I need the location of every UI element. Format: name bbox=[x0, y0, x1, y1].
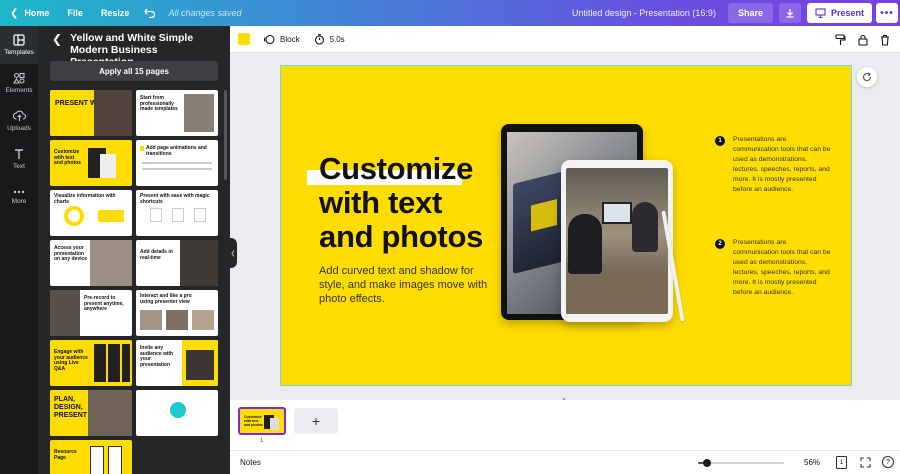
pages-strip: Customize with text and photos 1 + bbox=[230, 400, 900, 450]
present-button[interactable]: Present bbox=[806, 3, 872, 23]
rail-item-more[interactable]: More bbox=[0, 178, 38, 216]
toolbar-right bbox=[823, 26, 890, 53]
elements-icon bbox=[13, 72, 25, 84]
duration-label: 5.0s bbox=[329, 34, 345, 44]
template-thumb[interactable] bbox=[136, 390, 218, 436]
rail-item-elements[interactable]: Elements bbox=[0, 64, 38, 102]
template-thumb[interactable]: Resource Page bbox=[50, 440, 132, 474]
slide-headline[interactable]: Customize with text and photos bbox=[307, 151, 484, 254]
template-thumb[interactable]: Pre-record to present anytime, anywhere bbox=[50, 290, 132, 336]
templates-panel: ❮ Yellow and White Simple Modern Busines… bbox=[38, 26, 230, 474]
home-label: Home bbox=[24, 8, 50, 18]
file-menu[interactable]: File bbox=[58, 0, 92, 26]
delete-icon[interactable] bbox=[880, 34, 890, 46]
text-icon bbox=[15, 149, 23, 159]
download-icon bbox=[786, 9, 794, 18]
templates-icon bbox=[13, 34, 25, 46]
collapse-panel-handle[interactable]: ❮ bbox=[229, 238, 237, 268]
block-label: Block bbox=[280, 34, 300, 44]
rail-label: Elements bbox=[5, 87, 33, 94]
rail-label: More bbox=[11, 198, 27, 205]
rail-label: Text bbox=[13, 163, 25, 170]
template-thumb[interactable]: Add page animations and transitions bbox=[136, 140, 218, 186]
refresh-icon bbox=[862, 72, 872, 82]
share-button[interactable]: Share bbox=[727, 3, 773, 23]
chevron-left-icon[interactable]: ❮ bbox=[52, 32, 62, 46]
zoom-slider[interactable] bbox=[698, 459, 784, 467]
template-thumb[interactable]: Add details in real-time bbox=[136, 240, 218, 286]
template-title-line1: Yellow and White Simple bbox=[70, 32, 194, 44]
headline-line: Customize bbox=[319, 151, 474, 186]
document-title[interactable]: Untitled design - Presentation (16:9) bbox=[572, 8, 728, 18]
headline-line: with text bbox=[319, 185, 443, 220]
present-label: Present bbox=[830, 8, 864, 18]
headline-line: and photos bbox=[319, 219, 484, 254]
save-status: All changes saved bbox=[168, 8, 242, 18]
help-button[interactable]: ? bbox=[882, 456, 894, 468]
rail-item-text[interactable]: Text bbox=[0, 140, 38, 178]
template-thumb[interactable]: Start from professionally made templates bbox=[136, 90, 218, 136]
block-button[interactable]: Block bbox=[264, 34, 300, 45]
panel-scrollbar[interactable] bbox=[224, 90, 227, 180]
page-thumbnail[interactable]: Customize with text and photos bbox=[238, 407, 286, 435]
zoom-level[interactable]: 56% bbox=[804, 458, 820, 467]
more-options-button[interactable]: ••• bbox=[876, 3, 898, 23]
template-thumb[interactable]: Engage with your audience using Live Q&A bbox=[50, 340, 132, 386]
fullscreen-icon[interactable] bbox=[860, 457, 871, 470]
stopwatch-icon bbox=[314, 33, 324, 45]
top-bar: ❮ Home File Resize All changes saved Unt… bbox=[0, 0, 900, 26]
apply-all-pages-button[interactable]: Apply all 15 pages bbox=[50, 61, 218, 81]
more-dots-icon bbox=[13, 190, 25, 194]
rail-label: Templates bbox=[4, 49, 34, 56]
ipad-screen-image bbox=[566, 168, 668, 314]
template-thumb[interactable]: Present with ease with magic shortcuts bbox=[136, 190, 218, 236]
template-thumb[interactable]: PRESENT WITH EASE bbox=[50, 90, 132, 136]
template-thumb[interactable]: Interact and like a pro using presenter … bbox=[136, 290, 218, 336]
template-thumb[interactable]: Customize with text and photos bbox=[50, 140, 132, 186]
download-button[interactable] bbox=[778, 3, 801, 23]
template-thumb[interactable]: Access your presentation on any device bbox=[50, 240, 132, 286]
status-bar: Notes 56% 1 ? bbox=[230, 450, 900, 474]
timing-button[interactable]: 5.0s bbox=[314, 33, 345, 45]
slide-canvas[interactable]: Customize with text and photos Add curve… bbox=[280, 65, 852, 386]
rail-item-uploads[interactable]: Uploads bbox=[0, 102, 38, 140]
uploads-icon bbox=[12, 110, 26, 121]
rotate-slide-button[interactable] bbox=[857, 67, 877, 87]
point-text[interactable]: Presentations are communication tools th… bbox=[733, 135, 833, 195]
animate-icon bbox=[264, 34, 275, 44]
notes-button[interactable]: Notes bbox=[240, 458, 261, 467]
present-icon bbox=[815, 8, 826, 18]
ipad-photo[interactable] bbox=[561, 160, 673, 322]
rail-label: Uploads bbox=[7, 125, 31, 132]
paint-roller-icon[interactable] bbox=[835, 33, 846, 46]
page-number: 1 bbox=[260, 438, 264, 444]
background-color-swatch[interactable] bbox=[238, 33, 250, 45]
resize-button[interactable]: Resize bbox=[92, 0, 139, 26]
slide-body-text[interactable]: Add curved text and shadow for style, an… bbox=[319, 264, 489, 306]
chevron-left-icon: ❮ bbox=[10, 7, 19, 19]
template-thumb[interactable]: Visualize information with charts bbox=[50, 190, 132, 236]
page-count-button[interactable]: 1 bbox=[836, 456, 847, 469]
home-button[interactable]: ❮ Home bbox=[0, 0, 58, 26]
side-rail: Templates Elements Uploads Text More bbox=[0, 26, 38, 474]
lock-icon[interactable] bbox=[858, 34, 868, 46]
editor-toolbar: Block 5.0s bbox=[230, 26, 900, 53]
template-thumb[interactable]: PLAN, DESIGN, PRESENT bbox=[50, 390, 132, 436]
point-text[interactable]: Presentations are communication tools th… bbox=[733, 238, 833, 298]
add-page-button[interactable]: + bbox=[294, 408, 338, 434]
zoom-slider-handle[interactable] bbox=[702, 459, 711, 467]
undo-icon[interactable] bbox=[138, 0, 162, 26]
point-number-badge: 1 bbox=[715, 136, 725, 146]
point-number-badge: 2 bbox=[715, 239, 725, 249]
template-thumb[interactable]: Invite any audience with your presentati… bbox=[136, 340, 218, 386]
rail-item-templates[interactable]: Templates bbox=[0, 26, 38, 64]
